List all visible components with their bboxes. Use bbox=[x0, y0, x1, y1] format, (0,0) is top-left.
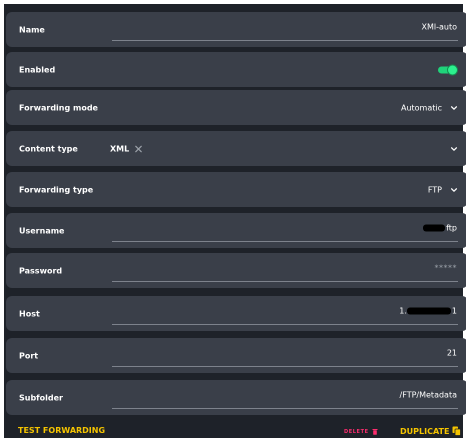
host-underline bbox=[112, 324, 458, 325]
chevron-down-icon[interactable] bbox=[450, 145, 458, 153]
test-forwarding-button[interactable]: TEST FORWARDING bbox=[18, 426, 105, 435]
name-underline bbox=[112, 40, 458, 41]
duplicate-button[interactable]: DUPLICATE bbox=[400, 426, 462, 436]
username-field-row[interactable]: Username ftp bbox=[6, 213, 466, 248]
host-value-suffix: 1 bbox=[451, 306, 457, 315]
redaction-mark bbox=[406, 307, 451, 314]
subfolder-input[interactable]: /FTP/Metadata bbox=[400, 390, 457, 399]
delete-label: DELETE bbox=[344, 428, 369, 435]
chevron-down-icon[interactable] bbox=[450, 186, 458, 194]
forwarding-type-row[interactable]: Forwarding type FTP bbox=[6, 172, 466, 207]
copy-icon bbox=[452, 426, 462, 436]
enabled-label: Enabled bbox=[19, 65, 56, 74]
password-label: Password bbox=[19, 266, 63, 275]
forwarding-mode-select[interactable]: Automatic bbox=[401, 103, 442, 112]
subfolder-field-row[interactable]: Subfolder /FTP/Metadata bbox=[6, 380, 466, 415]
content-type-chip-label: XML bbox=[110, 144, 130, 153]
username-label: Username bbox=[19, 226, 65, 235]
username-underline bbox=[112, 241, 458, 242]
name-field-row[interactable]: Name XMl-auto bbox=[6, 12, 466, 47]
duplicate-label: DUPLICATE bbox=[400, 426, 450, 436]
username-value-suffix: ftp bbox=[446, 223, 457, 232]
host-value-prefix: 1. bbox=[399, 306, 407, 315]
port-field-row[interactable]: Port 21 bbox=[6, 338, 466, 373]
content-type-chip: XML bbox=[110, 144, 143, 153]
forwarding-type-label: Forwarding type bbox=[19, 185, 94, 194]
password-underline bbox=[112, 281, 458, 282]
host-label: Host bbox=[19, 309, 40, 318]
username-input[interactable]: ftp bbox=[423, 223, 457, 232]
content-type-label: Content type bbox=[19, 144, 78, 153]
host-field-row[interactable]: Host 1. 1 bbox=[6, 296, 466, 331]
subfolder-label: Subfolder bbox=[19, 393, 63, 402]
name-input[interactable]: XMl-auto bbox=[422, 22, 458, 31]
host-input[interactable]: 1. 1 bbox=[399, 306, 457, 315]
enabled-toggle[interactable] bbox=[438, 65, 457, 74]
password-field-row[interactable]: Password ***** bbox=[6, 253, 466, 288]
enabled-field-row: Enabled bbox=[6, 52, 466, 87]
chevron-down-icon[interactable] bbox=[450, 104, 458, 112]
name-label: Name bbox=[19, 25, 45, 34]
forwarding-mode-row[interactable]: Forwarding mode Automatic bbox=[6, 90, 466, 125]
forwarding-mode-label: Forwarding mode bbox=[19, 103, 98, 112]
port-label: Port bbox=[19, 351, 39, 360]
subfolder-underline bbox=[112, 408, 458, 409]
delete-button[interactable]: DELETE bbox=[344, 428, 378, 435]
action-bar: TEST FORWARDING DELETE DUPLICATE bbox=[4, 424, 466, 438]
port-underline bbox=[112, 366, 458, 367]
content-type-row[interactable]: Content type XML bbox=[6, 131, 466, 166]
redaction-mark bbox=[423, 224, 446, 231]
forwarding-type-select[interactable]: FTP bbox=[428, 185, 442, 194]
port-input[interactable]: 21 bbox=[447, 348, 457, 357]
trash-icon bbox=[372, 429, 378, 435]
password-input[interactable]: ***** bbox=[435, 263, 458, 272]
close-icon[interactable] bbox=[134, 144, 143, 153]
toggle-knob bbox=[448, 65, 457, 74]
